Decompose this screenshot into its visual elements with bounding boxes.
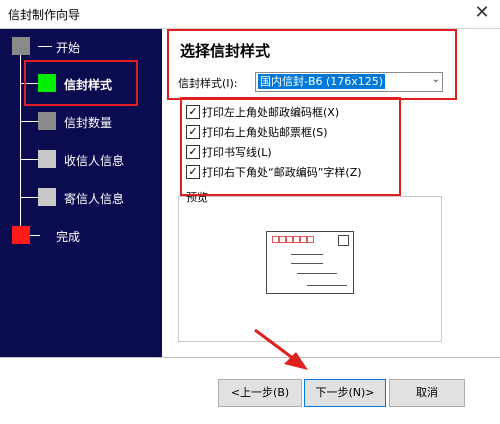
annotation-arrow-icon [254, 328, 308, 370]
wizard-window: 信封制作向导 ✕ 开始 信封样式 信封数量 收信人信息 寄信人信息 完成 选择信… [0, 0, 500, 424]
